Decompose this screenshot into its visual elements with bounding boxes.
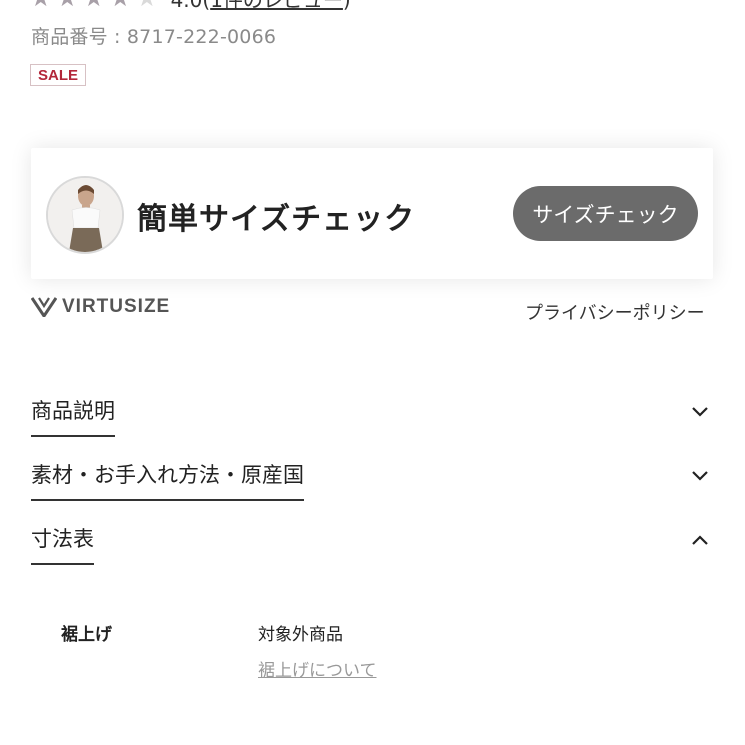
product-number: 商品番号 : 8717-222-0066	[31, 22, 276, 49]
size-check-button[interactable]: サイズチェック	[513, 186, 698, 241]
rating-text: 4.0(1件のレビュー)	[171, 0, 351, 13]
star-filled-icon: ★	[83, 0, 105, 10]
chevron-up-icon	[692, 535, 708, 545]
accordion-description[interactable]: 商品説明	[31, 397, 715, 447]
star-filled-icon: ★	[30, 0, 52, 10]
chevron-down-icon	[692, 407, 708, 417]
accordion-materials[interactable]: 素材・お手入れ方法・原産国	[31, 461, 715, 511]
accordion-label: 商品説明	[31, 397, 115, 437]
accordion-size-chart[interactable]: 寸法表	[31, 525, 715, 575]
virtusize-brand: VIRTUSIZE	[62, 296, 171, 317]
rating-value: 4.0(	[171, 0, 211, 12]
size-check-card: 簡単サイズチェック サイズチェック	[31, 148, 713, 279]
sale-badge: SALE	[30, 64, 87, 86]
star-empty-icon: ★	[136, 0, 158, 10]
product-number-label: 商品番号 :	[31, 26, 127, 48]
size-check-title: 簡単サイズチェック	[137, 202, 416, 237]
star-filled-icon: ★	[110, 0, 132, 10]
virtusize-logo: VIRTUSIZE	[31, 296, 170, 318]
reviews-link[interactable]: 1件のレビュー	[210, 0, 343, 12]
hemming-value: 対象外商品	[258, 625, 343, 645]
rating-close: )	[343, 0, 351, 12]
model-figure-icon	[48, 178, 122, 252]
hemming-label: 裾上げ	[61, 625, 112, 645]
accordion-label: 素材・お手入れ方法・原産国	[31, 461, 304, 501]
accordion-label: 寸法表	[31, 525, 94, 565]
rating-row: ★ ★ ★ ★ ★ 4.0(1件のレビュー)	[30, 0, 351, 13]
star-filled-icon: ★	[57, 0, 79, 10]
privacy-policy-link[interactable]: プライバシーポリシー	[525, 299, 705, 325]
chevron-down-icon	[692, 471, 708, 481]
product-number-value: 8717-222-0066	[126, 26, 277, 48]
model-avatar	[46, 176, 124, 254]
hemming-info-link[interactable]: 裾上げについて	[258, 656, 377, 681]
virtusize-v-icon	[31, 297, 57, 317]
